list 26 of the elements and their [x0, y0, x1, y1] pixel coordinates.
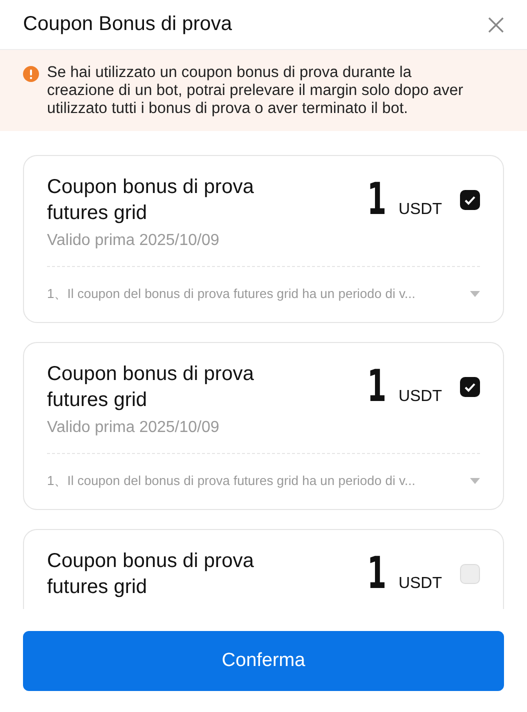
- coupon-amount: 1: [367, 552, 386, 596]
- checkbox[interactable]: [460, 190, 480, 210]
- coupon-terms: 1、Il coupon del bonus di prova futures grid ha un periodo di v...: [47, 472, 416, 490]
- coupon-card[interactable]: Coupon bonus di prova futures grid 1 USDT Valido prima 2025/10/09 1、Il coupon del bonus di prova futures grid ha un periodo di v...: [23, 342, 504, 510]
- coupon-amount: 1: [367, 178, 386, 222]
- coupon-name: Coupon bonus di prova futures grid: [47, 362, 255, 413]
- caret-icon[interactable]: [470, 291, 480, 297]
- coupon-name: Coupon bonus di prova futures grid: [47, 175, 255, 226]
- warning-icon: [23, 66, 39, 82]
- dialog-title: Coupon Bonus di prova: [23, 13, 232, 36]
- close-icon[interactable]: [487, 16, 505, 34]
- validity-date: Valido prima 2025/10/09: [47, 232, 220, 250]
- coupon-unit: USDT: [398, 575, 442, 593]
- coupon-name: Coupon bonus di prova futures grid: [47, 549, 255, 600]
- coupon-unit: USDT: [398, 388, 442, 406]
- coupon-card[interactable]: Coupon bonus di prova futures grid 1 USDT Valido prima 2025/10/09 1、Il coupon del bonus di prova futures grid ha un periodo di v...: [23, 155, 504, 323]
- coupon-amount: 1: [367, 365, 386, 409]
- confirm-button[interactable]: Conferma: [23, 630, 504, 690]
- coupon-card[interactable]: Coupon bonus di prova futures grid 1 USDT: [23, 529, 504, 609]
- caret-icon[interactable]: [470, 478, 480, 484]
- coupon-terms: 1、Il coupon del bonus di prova futures grid ha un periodo di v...: [47, 285, 416, 303]
- checkbox[interactable]: [460, 377, 480, 397]
- checkbox[interactable]: [460, 564, 480, 584]
- coupon-unit: USDT: [398, 201, 442, 219]
- validity-date: Valido prima 2025/10/09: [47, 419, 220, 437]
- notice-text: Se hai utilizzato un coupon bonus di prova durante la creazione di un bot, potrai prelevare il margin solo dopo aver utilizzato tutti i bonus di prova o aver terminato il bot.: [47, 64, 464, 118]
